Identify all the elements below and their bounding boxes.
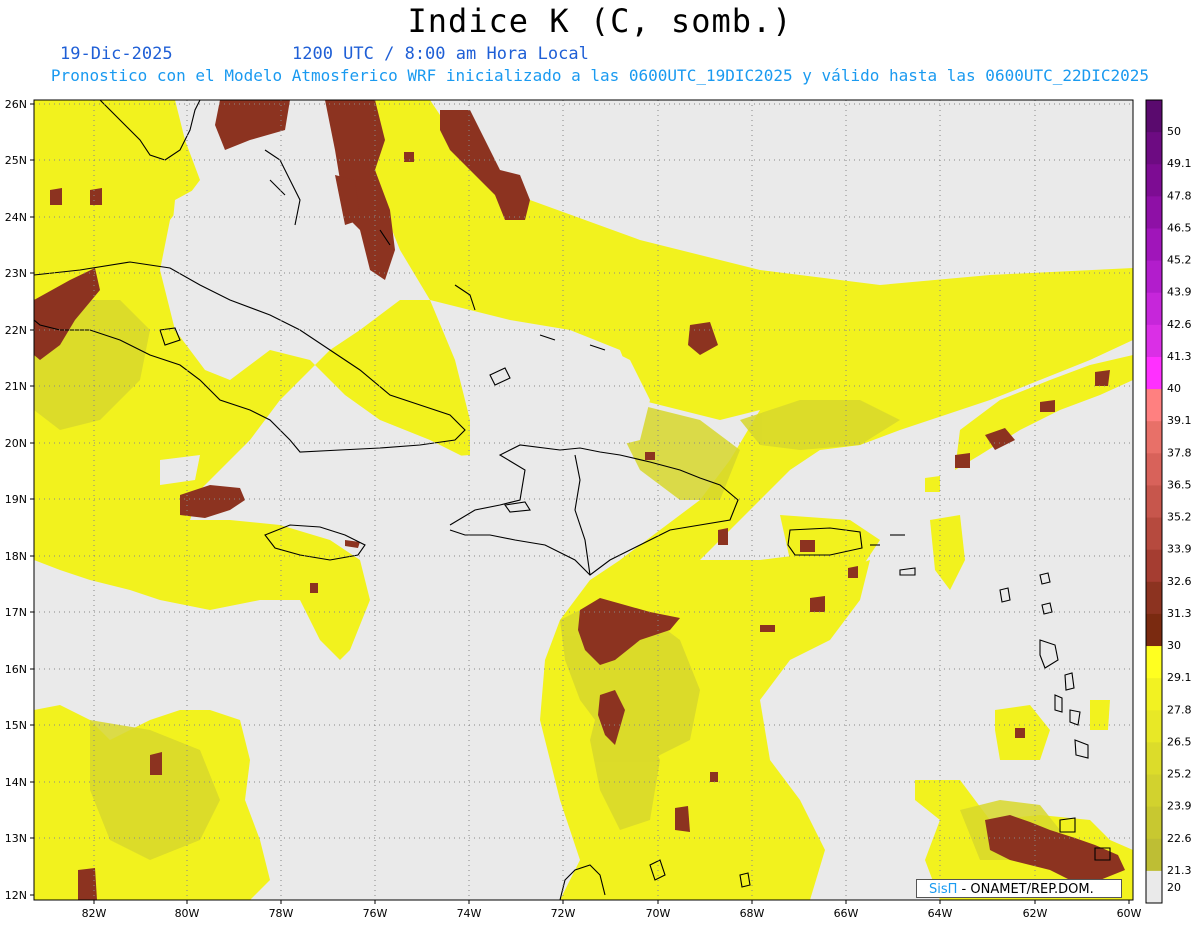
lat-label: 13N [5,832,27,845]
lat-label: 20N [5,437,27,450]
legend-swatch [1146,132,1162,165]
lat-label: 15N [5,719,27,732]
legend-swatch [1146,613,1162,647]
lat-label: 21N [5,380,27,393]
lat-label: 26N [5,98,27,111]
legend-label: 26.5 [1167,735,1192,748]
legend-label: 37.8 [1167,446,1192,459]
legend-swatch [1146,646,1162,679]
credit-box: SisΠ - ONAMET/REP.DOM. [916,879,1122,898]
legend-swatch [1146,228,1162,262]
legend-label: 21.3 [1167,864,1192,877]
credit-brand: SisΠ [929,882,958,897]
legend-swatch [1146,421,1162,454]
legend-label: 35.2 [1167,511,1192,524]
legend-label: 42.6 [1167,318,1192,331]
legend-label: 47.8 [1167,189,1192,202]
legend-label: 20 [1167,881,1181,894]
credit-text: - ONAMET/REP.DOM. [957,882,1094,897]
lon-label: 64W [928,907,953,920]
lon-label: 68W [740,907,765,920]
lat-label: 18N [5,550,27,563]
legend-swatch [1146,324,1162,358]
legend-label: 25.2 [1167,768,1192,781]
legend-label: 39.1 [1167,414,1192,427]
latitude-labels: 26N 25N 24N 23N 22N 21N 20N 19N 18N 17N … [5,98,27,902]
legend-swatch [1146,356,1162,390]
legend-swatch [1146,485,1162,519]
legend-swatch [1146,292,1162,326]
legend-swatch [1146,710,1162,743]
lat-label: 14N [5,776,27,789]
longitude-labels: 82W 80W 78W 76W 74W 72W 70W 68W 66W 64W … [82,907,1142,920]
lon-label: 60W [1117,907,1142,920]
legend-label: 30 [1167,639,1181,652]
legend-label: 45.2 [1167,254,1192,267]
legend-swatch [1146,453,1162,486]
lat-label: 24N [5,211,27,224]
lon-label: 70W [646,907,671,920]
legend-swatch [1146,164,1162,197]
legend-label: 46.5 [1167,221,1192,234]
legend-label: 23.9 [1167,800,1192,813]
legend-swatch [1146,100,1162,133]
legend-swatch [1146,742,1162,776]
legend-swatch [1146,260,1162,294]
legend-swatch [1146,678,1162,711]
legend-swatch [1146,549,1162,583]
legend-swatch [1146,806,1162,840]
lon-label: 80W [175,907,200,920]
weather-map: 26N 25N 24N 23N 22N 21N 20N 19N 18N 17N … [5,98,1192,920]
lon-label: 72W [551,907,576,920]
legend-label: 22.6 [1167,832,1192,845]
lon-label: 62W [1023,907,1048,920]
legend-swatch [1146,581,1162,615]
legend-label: 50 [1167,125,1181,138]
lon-label: 66W [834,907,859,920]
legend-label: 49.1 [1167,157,1192,170]
lat-label: 16N [5,663,27,676]
lat-label: 19N [5,493,27,506]
lat-label: 25N [5,154,27,167]
legend-swatch [1146,774,1162,808]
legend-swatch [1146,517,1162,551]
lon-label: 82W [82,907,107,920]
legend-swatch [1146,870,1162,904]
color-legend: 50 49.1 47.8 46.5 45.2 43.9 42.6 41.3 40 39.1 37.8… [1145,99,1192,904]
legend-label: 29.1 [1167,671,1192,684]
legend-label: 40 [1167,382,1181,395]
legend-label: 41.3 [1167,350,1192,363]
legend-label: 31.3 [1167,607,1192,620]
legend-label: 43.9 [1167,286,1192,299]
lat-label: 17N [5,606,27,619]
legend-swatch [1146,389,1162,422]
legend-label: 32.6 [1167,575,1192,588]
legend-label: 27.8 [1167,703,1192,716]
lon-label: 74W [457,907,482,920]
lon-label: 76W [363,907,388,920]
lat-label: 22N [5,324,27,337]
legend-swatch [1146,196,1162,229]
legend-label: 36.5 [1167,478,1192,491]
legend-swatch [1146,838,1162,872]
lon-label: 78W [269,907,294,920]
legend-label: 33.9 [1167,543,1192,556]
lat-label: 23N [5,267,27,280]
lat-label: 12N [5,889,27,902]
